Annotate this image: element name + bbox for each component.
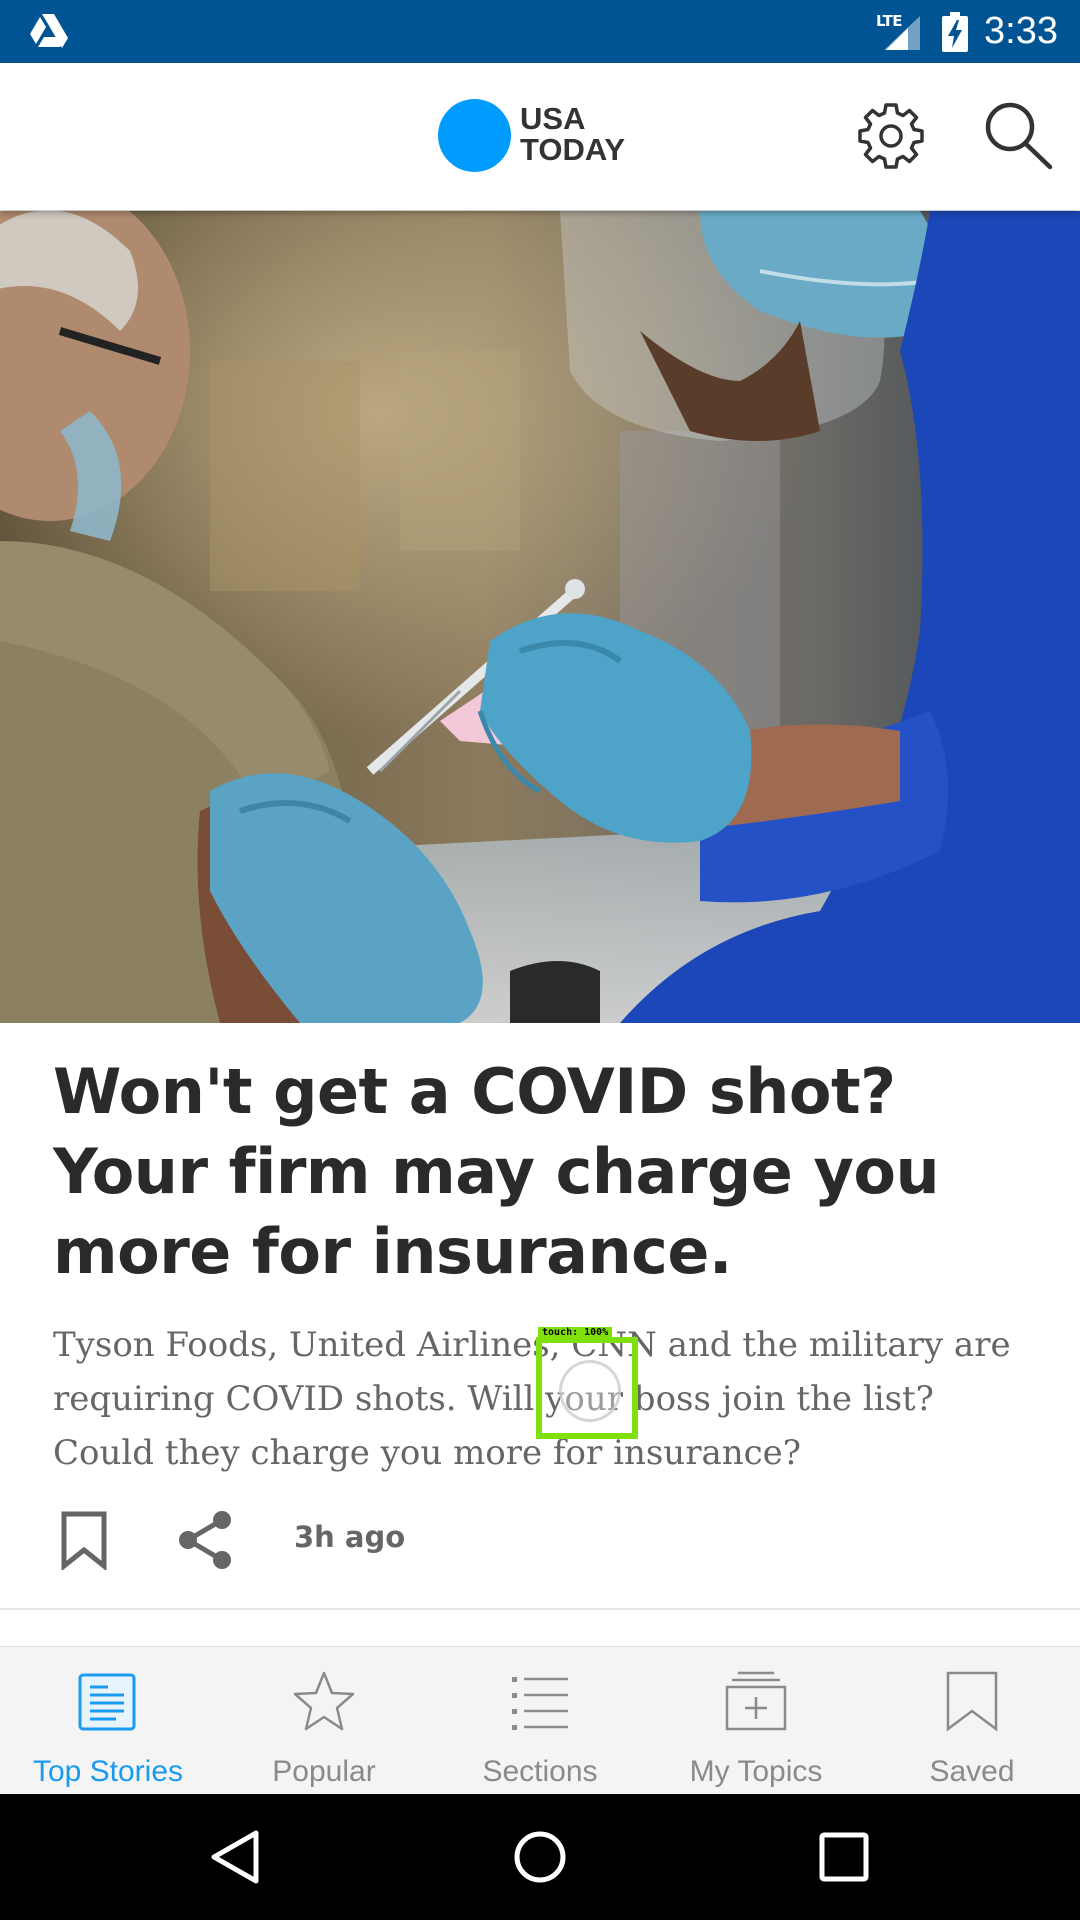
back-triangle-icon[interactable] <box>208 1829 264 1885</box>
article-actions: 3h ago <box>0 1500 1080 1580</box>
nav-label-saved: Saved <box>929 1755 1015 1788</box>
app-header: USA TODAY <box>0 63 1080 210</box>
nav-label-my-topics: My Topics <box>689 1755 823 1788</box>
drive-icon <box>30 14 68 48</box>
usa-today-logo: USA TODAY <box>520 103 625 165</box>
touch-point <box>559 1360 621 1422</box>
nav-popular[interactable]: Popular <box>216 1647 432 1795</box>
signal-icon <box>884 16 920 50</box>
touch-indicator: touch: 100% <box>536 1327 638 1439</box>
usa-today-logo-dot <box>438 99 511 172</box>
recents-square-icon[interactable] <box>816 1829 872 1885</box>
nav-label-popular: Popular <box>272 1755 376 1788</box>
battery-charging-icon <box>942 12 968 52</box>
article-divider <box>0 1608 1080 1610</box>
bottom-navigation: Top Stories Popular Sections My Topics S… <box>0 1646 1080 1795</box>
vaccine-injection-photo <box>0 211 1080 1023</box>
system-navigation-bar <box>0 1794 1080 1920</box>
nav-sections[interactable]: Sections <box>432 1647 648 1795</box>
search-icon[interactable] <box>980 99 1058 173</box>
share-icon[interactable] <box>176 1510 236 1570</box>
gear-icon[interactable] <box>854 99 928 173</box>
list-icon <box>512 1677 568 1730</box>
star-icon <box>293 1671 355 1731</box>
article-hero-image[interactable] <box>0 211 1080 1023</box>
status-clock: 3:33 <box>984 10 1058 52</box>
bookmark-icon <box>946 1671 998 1732</box>
nav-my-topics[interactable]: My Topics <box>648 1647 864 1795</box>
status-bar: LTE 3:33 <box>0 0 1080 63</box>
logo-line-1: USA <box>520 101 586 136</box>
article-timestamp: 3h ago <box>294 1520 406 1554</box>
my-topics-icon <box>725 1671 787 1731</box>
nav-saved[interactable]: Saved <box>864 1647 1080 1795</box>
top-stories-icon <box>78 1673 136 1731</box>
logo-line-2: TODAY <box>520 132 626 167</box>
bookmark-icon[interactable] <box>58 1510 110 1570</box>
home-circle-icon[interactable] <box>512 1829 568 1885</box>
nav-top-stories[interactable]: Top Stories <box>0 1647 216 1795</box>
nav-label-top-stories: Top Stories <box>32 1755 184 1788</box>
article-headline[interactable]: Won't get a COVID shot? Your firm may ch… <box>53 1052 1043 1292</box>
nav-label-sections: Sections <box>482 1755 598 1788</box>
touch-indicator-label: touch: 100% <box>538 1327 613 1339</box>
